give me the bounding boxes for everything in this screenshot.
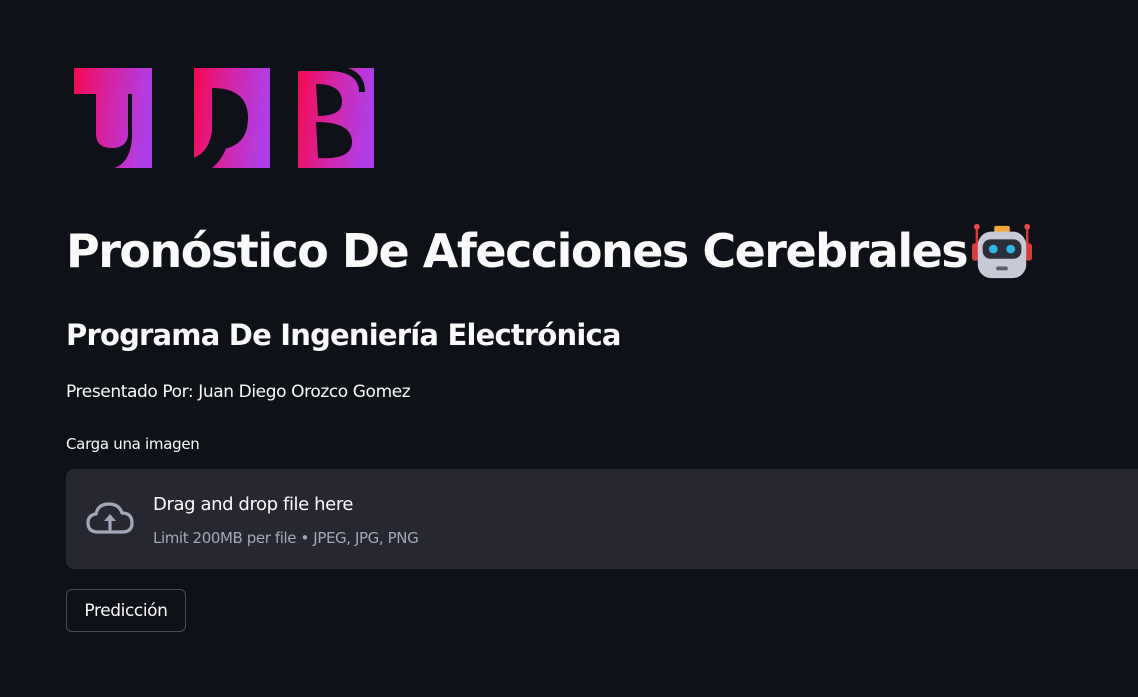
dropzone-file-limit: Limit 200MB per file • JPEG, JPG, PNG (153, 529, 419, 547)
cloud-upload-icon (86, 502, 134, 534)
robot-icon (972, 223, 1033, 279)
udb-logo (72, 66, 374, 170)
file-dropzone[interactable]: Drag and drop file here Limit 200MB per … (66, 469, 1138, 569)
predict-button[interactable]: Predicción (66, 589, 186, 632)
page-title: Pronóstico De Afecciones Cerebrales (66, 224, 969, 278)
presenter-text: Presentado Por: Juan Diego Orozco Gomez (66, 382, 411, 402)
app-page: Pronóstico De Afecciones Cerebrales Prog… (0, 0, 1138, 697)
dropzone-instructions: Drag and drop file here (153, 494, 354, 515)
file-uploader-label: Carga una imagen (66, 435, 200, 453)
page-subtitle: Programa De Ingeniería Electrónica (66, 318, 622, 352)
page-title-row: Pronóstico De Afecciones Cerebrales (66, 218, 1033, 284)
